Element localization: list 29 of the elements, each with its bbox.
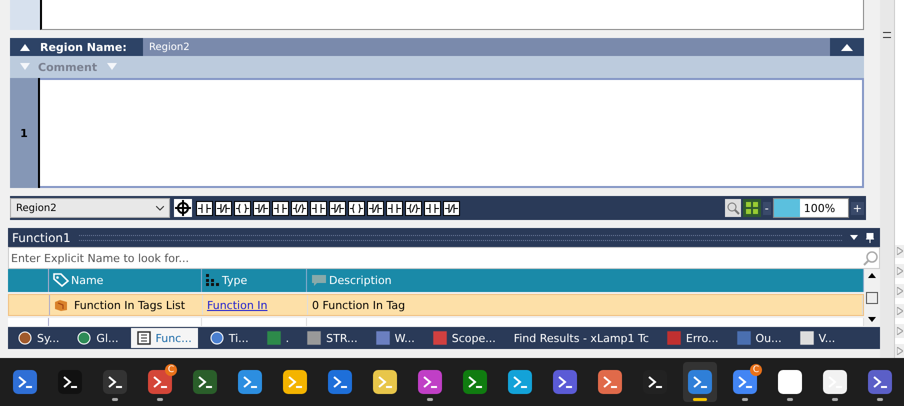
panel-tab[interactable]: Erro... xyxy=(660,328,724,348)
panel-tab[interactable]: Sy... xyxy=(12,328,66,348)
panel-tab[interactable]: Ti... xyxy=(204,328,255,348)
table-cell: 0 Function In Tag xyxy=(312,298,406,312)
panel-tab[interactable]: Gl... xyxy=(71,328,124,348)
notification-badge: C xyxy=(750,364,762,376)
rung-number: 1 xyxy=(10,78,40,188)
region-select[interactable]: Region2 xyxy=(10,198,170,218)
panel-tab[interactable]: STR... xyxy=(301,328,364,348)
panel-tab[interactable]: Func... xyxy=(130,328,198,348)
type-link[interactable]: Function In xyxy=(207,298,268,312)
search-input[interactable]: Enter Explicit Name to look for... xyxy=(9,250,863,266)
table-cell: Function In Tags List xyxy=(74,298,186,312)
zoom-out-button[interactable]: - xyxy=(762,202,771,214)
column-header[interactable]: Name xyxy=(49,269,202,292)
panel-tab[interactable]: V... xyxy=(794,328,842,348)
zoom-field[interactable]: 100% xyxy=(772,198,849,218)
panel-tab[interactable]: W... xyxy=(370,328,421,348)
zoom-in-button[interactable]: + xyxy=(850,202,864,214)
panel-tab[interactable]: Scope... xyxy=(426,328,502,348)
table-row[interactable]: Function In Tags List Function In 0 Function In Tag xyxy=(8,294,864,316)
panel-tab[interactable]: . xyxy=(260,328,296,348)
column-header[interactable]: Type xyxy=(202,269,307,292)
panel-tab[interactable]: Find Results - xLamp1 Tc xyxy=(508,328,655,348)
panel-tab[interactable]: Ou... xyxy=(730,328,788,348)
search-field[interactable]: Enter Explicit Name to look for... xyxy=(8,247,880,269)
region-name-label: Region Name: xyxy=(40,40,127,54)
notification-badge: C xyxy=(165,364,177,376)
panel-title: Function1 xyxy=(12,230,71,244)
